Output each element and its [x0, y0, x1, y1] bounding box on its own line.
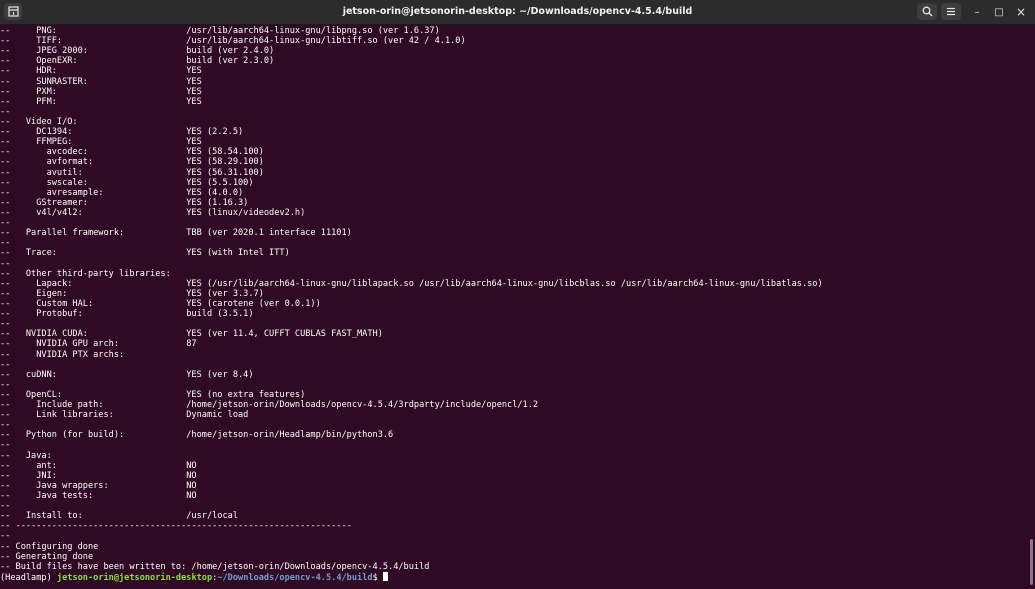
prompt-path: ~/Downloads/opencv-4.5.4/build	[217, 572, 373, 583]
text-cursor[interactable]	[382, 571, 389, 581]
output-line: --	[0, 440, 11, 451]
output-line: -- FFMPEG: YES	[0, 137, 202, 148]
output-line: -- v4l/v4l2: YES (linux/videodev2.h)	[0, 207, 306, 218]
output-line: -- Custom HAL: YES (carotene (ver 0.0.1)…	[0, 298, 321, 309]
output-line: -- avcodec: YES (58.54.100)	[0, 147, 264, 158]
search-button[interactable]	[917, 3, 937, 20]
output-line: -- Trace: YES (with Intel ITT)	[0, 248, 290, 259]
output-line: --	[0, 379, 11, 390]
output-line: -- NVIDIA PTX archs:	[0, 349, 125, 360]
output-line: -- -------------------------------------…	[0, 521, 352, 532]
title-bar: jetson-orin@jetsonorin-desktop: ~/Downlo…	[0, 0, 1035, 25]
output-lines: -- PNG: /usr/lib/aarch64-linux-gnu/libpn…	[0, 26, 1035, 572]
output-line: -- PXM: YES	[0, 86, 202, 97]
output-line: -- Include path: /home/jetson-orin/Downl…	[0, 400, 539, 411]
output-line: --	[0, 420, 11, 431]
output-line: -- Install to: /usr/local	[0, 511, 238, 522]
maximize-icon: □	[994, 6, 1004, 18]
output-line: -- Other third-party libraries:	[0, 268, 171, 279]
virtualenv-label: (Headlamp)	[0, 572, 57, 583]
output-line: -- Java:	[0, 450, 52, 461]
output-line: -- SUNRASTER: YES	[0, 76, 202, 87]
close-button[interactable]: ×	[1010, 0, 1032, 24]
maximize-button[interactable]: □	[988, 0, 1010, 24]
output-line: -- TIFF: /usr/lib/aarch64-linux-gnu/libt…	[0, 36, 466, 47]
output-line: --	[0, 531, 11, 542]
minimize-icon: –	[974, 6, 980, 18]
output-line: -- Java tests: NO	[0, 491, 197, 502]
output-line: -- cuDNN: YES (ver 8.4)	[0, 369, 254, 380]
hamburger-menu-icon	[947, 7, 955, 16]
output-line: -- HDR: YES	[0, 66, 202, 77]
output-line: -- Build files have been written to: /ho…	[0, 561, 430, 572]
output-line: --	[0, 218, 11, 229]
output-line: -- Java wrappers: NO	[0, 480, 197, 491]
output-line: -- avresample: YES (4.0.0)	[0, 187, 244, 198]
output-line: --	[0, 106, 11, 117]
output-line: --	[0, 258, 11, 269]
output-line: -- DC1394: YES (2.2.5)	[0, 127, 244, 138]
output-line: -- Configuring done	[0, 541, 99, 552]
window-title: jetson-orin@jetsonorin-desktop: ~/Downlo…	[342, 6, 693, 17]
prompt-symbol: $	[372, 572, 383, 583]
output-line: -- Link libraries: Dynamic load	[0, 410, 249, 421]
output-line: -- OpenCL: YES (no extra features)	[0, 389, 306, 400]
output-line: --	[0, 359, 11, 370]
output-line: -- avformat: YES (58.29.100)	[0, 157, 264, 168]
output-line: -- PNG: /usr/lib/aarch64-linux-gnu/libpn…	[0, 26, 440, 36]
output-line: -- Generating done	[0, 551, 94, 562]
output-line: -- Python (for build): /home/jetson-orin…	[0, 430, 394, 441]
output-line: -- GStreamer: YES (1.16.3)	[0, 197, 249, 208]
output-line: -- Video I/O:	[0, 116, 78, 127]
output-line: -- Protobuf: build (3.5.1)	[0, 309, 254, 320]
terminal-output[interactable]: -- PNG: /usr/lib/aarch64-linux-gnu/libpn…	[0, 26, 1035, 589]
output-line: -- avutil: YES (56.31.100)	[0, 167, 264, 178]
output-line: --	[0, 319, 11, 330]
output-line: -- OpenEXR: build (ver 2.3.0)	[0, 56, 275, 67]
output-line: -- NVIDIA CUDA: YES (ver 11.4, CUFFT CUB…	[0, 329, 383, 340]
output-line: -- ant: NO	[0, 460, 197, 471]
output-line: -- Lapack: YES (/usr/lib/aarch64-linux-g…	[0, 278, 823, 289]
output-line: -- Eigen: YES (ver 3.3.7)	[0, 288, 264, 299]
output-line: -- JNI: NO	[0, 470, 197, 481]
output-line: -- NVIDIA GPU arch: 87	[0, 339, 197, 350]
output-line: -- Parallel framework: TBB (ver 2020.1 i…	[0, 228, 352, 239]
output-line: --	[0, 501, 11, 512]
prompt-line: (Headlamp) jetson-orin@jetsonorin-deskto…	[0, 571, 1035, 583]
output-line: -- JPEG 2000: build (ver 2.4.0)	[0, 46, 275, 57]
output-line: --	[0, 238, 11, 249]
prompt-user-host: jetson-orin@jetsonorin-desktop	[56, 572, 213, 583]
output-line: -- PFM: YES	[0, 96, 202, 107]
menu-button[interactable]	[941, 3, 961, 20]
scrollbar[interactable]	[1030, 539, 1033, 585]
minimize-button[interactable]: –	[966, 0, 988, 24]
output-line: -- swscale: YES (5.5.100)	[0, 177, 254, 188]
search-icon	[922, 6, 932, 17]
close-icon: ×	[1015, 5, 1027, 19]
